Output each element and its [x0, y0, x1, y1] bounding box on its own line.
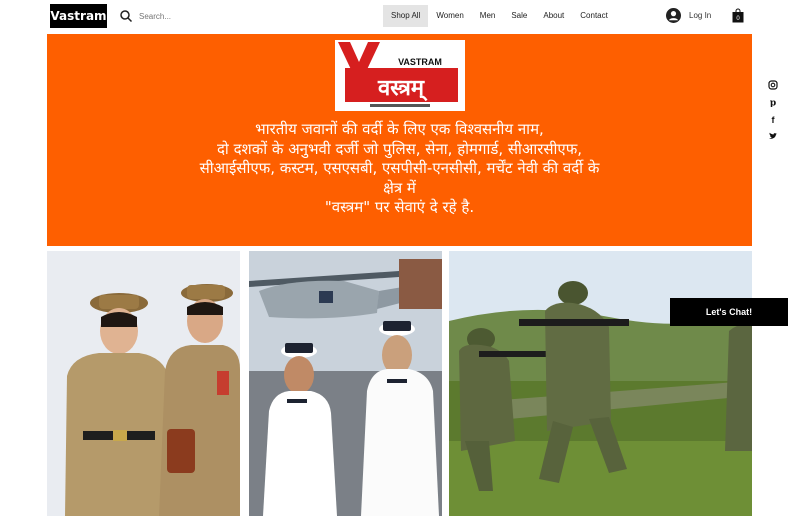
tagline-line: भारतीय जवानों की वर्दी के लिए एक विश्वसन… [255, 120, 544, 138]
search-input[interactable] [139, 11, 279, 21]
nav-women[interactable]: Women [428, 5, 471, 27]
lets-chat-button[interactable]: Let's Chat! [670, 298, 788, 326]
army-soldiers-photo [449, 251, 752, 516]
social-bar: p f [768, 80, 778, 141]
login-button[interactable]: Log In [666, 8, 711, 23]
vastram-brand-logo: VASTRAM वस्त्रम् [335, 40, 465, 111]
nav-sale[interactable]: Sale [503, 5, 535, 27]
twitter-icon[interactable] [768, 131, 778, 141]
police-uniform-women-photo [47, 251, 240, 516]
nav-contact[interactable]: Contact [572, 5, 616, 27]
tagline-line: सीआईसीएफ, कस्टम, एसएसबी, एसपीसी-एनसीसी, … [199, 159, 600, 177]
main-nav: Shop All Women Men Sale About Contact [383, 5, 616, 27]
login-label: Log In [689, 11, 712, 20]
facebook-icon[interactable]: f [768, 114, 778, 124]
user-icon [666, 8, 681, 23]
nav-men[interactable]: Men [472, 5, 504, 27]
nav-about[interactable]: About [535, 5, 572, 27]
search-icon [120, 10, 133, 23]
svg-text:वस्त्रम्: वस्त्रम् [377, 76, 428, 102]
tagline-line: क्षेत्र में [383, 178, 416, 197]
hero-tagline: भारतीय जवानों की वर्दी के लिए एक विश्वसन… [107, 120, 692, 218]
svg-text:p: p [770, 99, 776, 108]
page: Vastram Shop All Women Men Sale About Co… [0, 0, 800, 529]
hero-banner: VASTRAM वस्त्रम् भारतीय जवानों की वर्दी … [47, 34, 752, 246]
pinterest-icon[interactable]: p [768, 97, 778, 108]
tagline-line: "वस्त्रम" पर सेवाएं दे रहे है. [324, 198, 475, 216]
site-logo[interactable]: Vastram [50, 4, 107, 28]
nav-shop-all[interactable]: Shop All [383, 5, 429, 27]
svg-text:VASTRAM: VASTRAM [398, 57, 442, 67]
instagram-icon[interactable] [768, 80, 778, 90]
search-bar[interactable] [115, 5, 295, 27]
cart-icon[interactable]: 0 [732, 8, 744, 23]
tagline-line: दो दशकों के अनुभवी दर्जी जो पुलिस, सेना,… [216, 139, 583, 158]
svg-text:f: f [772, 115, 776, 124]
navy-uniform-women-photo [249, 251, 442, 516]
